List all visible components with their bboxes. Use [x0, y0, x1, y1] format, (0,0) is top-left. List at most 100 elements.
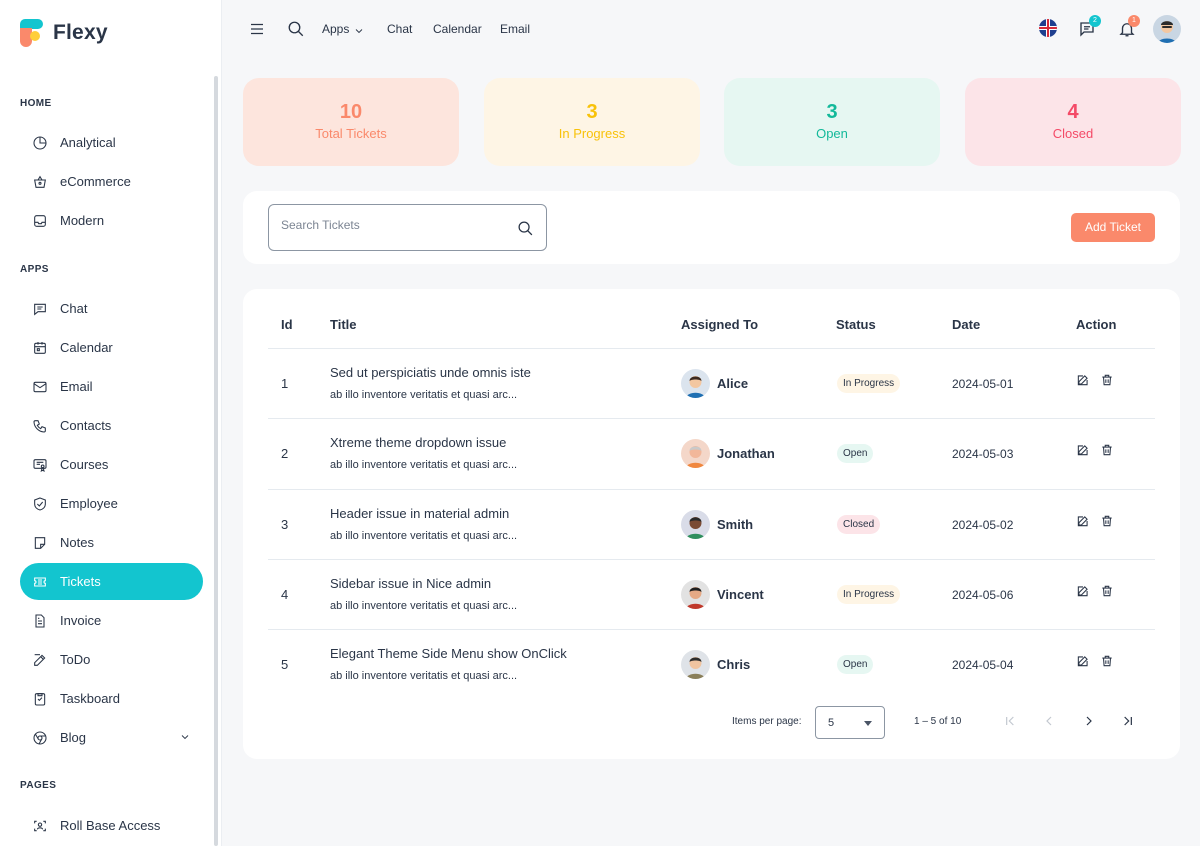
trash-icon[interactable]	[1100, 443, 1114, 457]
sidebar-item-roll-base-access[interactable]: Roll Base Access	[20, 807, 203, 844]
sidebar-item-notes[interactable]: Notes	[20, 524, 203, 561]
sidebar-item-blog[interactable]: Blog	[20, 719, 203, 756]
sidebar-item-modern[interactable]: Modern	[20, 202, 203, 239]
inbox-icon	[32, 213, 48, 229]
sidebar-item-employee[interactable]: Employee	[20, 485, 203, 522]
logo-mark-icon	[20, 19, 43, 47]
add-ticket-button[interactable]: Add Ticket	[1071, 213, 1155, 242]
note-icon	[32, 535, 48, 551]
ticket-id: 3	[281, 516, 289, 532]
uk-flag-icon[interactable]	[1039, 19, 1057, 37]
search-icon[interactable]	[517, 220, 534, 237]
ticket-description: ab illo inventore veritatis et quasi arc…	[330, 670, 518, 683]
trash-icon[interactable]	[1100, 514, 1114, 528]
user-avatar[interactable]	[1153, 15, 1181, 43]
ticket-description: ab illo inventore veritatis et quasi arc…	[330, 599, 518, 612]
status-badge: Open	[837, 655, 874, 675]
edit-icon[interactable]	[1076, 654, 1090, 668]
sidebar-item-tickets[interactable]: Tickets	[20, 563, 203, 600]
assignee-name: Chris	[717, 657, 751, 673]
shield-icon	[32, 496, 48, 512]
sidebar-item-label: Taskboard	[60, 691, 120, 706]
sidebar-item-invoice[interactable]: Invoice	[20, 602, 203, 639]
table-row[interactable]: 2 Xtreme theme dropdown issue ab illo inve…	[268, 418, 1155, 488]
assignee-avatar	[681, 509, 710, 539]
previous-page-icon[interactable]	[1041, 713, 1057, 729]
sidebar-item-todo[interactable]: ToDo	[20, 641, 203, 678]
table-row[interactable]: 3 Header issue in material admin ab illo i…	[268, 488, 1155, 559]
ticket-id: 1	[281, 376, 289, 391]
trash-icon[interactable]	[1100, 584, 1114, 598]
items-per-page-value: 5	[828, 717, 835, 729]
table-row[interactable]: 1 Sed ut perspiciatis unde omnis iste ab i…	[268, 348, 1155, 418]
assignee-avatar	[681, 369, 710, 398]
section-title-home: HOME	[20, 98, 52, 109]
sidebar-item-label: Contacts	[60, 418, 112, 433]
table-row[interactable]: 4 Sidebar issue in Nice admin ab illo inve…	[268, 558, 1155, 629]
chevron-down-icon[interactable]	[353, 24, 365, 36]
sidebar-item-label: Courses	[60, 457, 109, 472]
items-per-page-select[interactable]: 5	[815, 706, 885, 739]
sidebar-item-taskboard[interactable]: Taskboard	[20, 680, 203, 717]
caret-down-icon	[864, 721, 872, 726]
search-icon[interactable]	[287, 20, 305, 38]
topbar-link-apps[interactable]: Apps	[322, 22, 349, 36]
section-title-pages: PAGES	[20, 780, 57, 791]
phone-icon	[32, 418, 48, 434]
menu-icon[interactable]	[248, 20, 266, 38]
topbar-link-chat[interactable]: Chat	[387, 22, 412, 36]
messages-badge: 2	[1089, 15, 1101, 27]
search-card: Add Ticket	[243, 191, 1180, 264]
column-header-date: Date	[952, 317, 981, 332]
sidebar-item-chat[interactable]: Chat	[20, 290, 203, 327]
sidebar-item-label: Calendar	[60, 340, 113, 355]
ticket-description: ab illo inventore veritatis et quasi arc…	[330, 389, 518, 401]
ticket-date: 2024-05-01	[952, 377, 1014, 391]
edit-icon[interactable]	[1076, 443, 1090, 457]
table-row[interactable]: 5 Elegant Theme Side Menu show OnClick ab …	[268, 629, 1155, 699]
assignee-name: Vincent	[717, 586, 764, 602]
stat-value: 3	[586, 101, 598, 123]
chevron-down-icon[interactable]	[179, 731, 191, 743]
edit-icon[interactable]	[1076, 514, 1090, 528]
face-id-icon	[32, 818, 48, 834]
sidebar: Flexy HOME Analytical eCommerce Modern APPS C…	[0, 0, 222, 846]
edit-icon[interactable]	[1076, 373, 1090, 387]
search-box[interactable]	[268, 204, 547, 251]
ticket-date: 2024-05-02	[952, 517, 1014, 532]
message-icon	[32, 301, 48, 317]
sidebar-item-contacts[interactable]: Contacts	[20, 407, 203, 444]
status-badge: Closed	[837, 514, 881, 534]
assignee-name: Smith	[717, 516, 754, 532]
search-input[interactable]	[281, 218, 501, 232]
status-badge: In Progress	[837, 584, 901, 604]
edit-icon	[32, 652, 48, 668]
assignee-name: Alice	[717, 376, 749, 391]
file-text-icon	[32, 613, 48, 629]
basket-icon	[32, 174, 48, 190]
sidebar-item-email[interactable]: Email	[20, 368, 203, 405]
column-header-assigned-to: Assigned To	[681, 317, 759, 332]
topbar-link-calendar[interactable]: Calendar	[433, 22, 482, 36]
next-page-icon[interactable]	[1081, 713, 1097, 729]
sidebar-item-label: Blog	[60, 730, 87, 745]
sidebar-item-courses[interactable]: Courses	[20, 446, 203, 483]
assignee-avatar	[681, 650, 710, 680]
sidebar-scrollbar[interactable]	[214, 76, 218, 846]
app-logo[interactable]: Flexy	[20, 19, 108, 47]
trash-icon[interactable]	[1100, 654, 1114, 668]
first-page-icon[interactable]	[1002, 713, 1018, 729]
status-badge: In Progress	[837, 374, 901, 393]
topbar-link-email[interactable]: Email	[500, 22, 530, 36]
sidebar-item-analytical[interactable]: Analytical	[20, 124, 203, 161]
stat-value: 10	[339, 101, 363, 123]
sidebar-item-ecommerce[interactable]: eCommerce	[20, 163, 203, 200]
sidebar-item-label: eCommerce	[60, 174, 131, 189]
edit-icon[interactable]	[1076, 584, 1090, 598]
last-page-icon[interactable]	[1120, 713, 1136, 729]
items-per-page-label: Items per page:	[732, 716, 802, 727]
sidebar-item-calendar[interactable]: Calendar	[20, 329, 203, 366]
trash-icon[interactable]	[1100, 373, 1114, 387]
ticket-title: Header issue in material admin	[330, 505, 510, 521]
sidebar-item-label: ToDo	[60, 652, 91, 667]
